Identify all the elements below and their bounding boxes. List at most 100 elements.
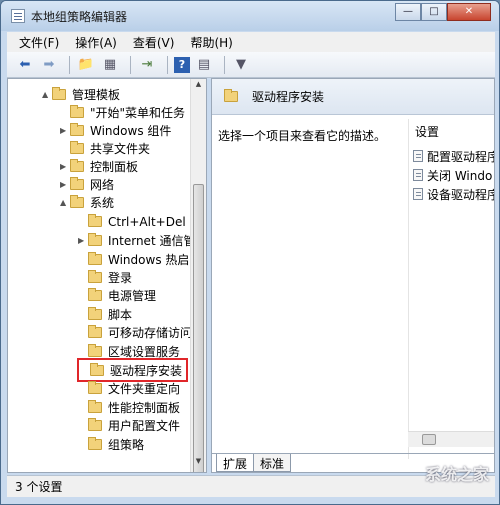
description-text: 选择一个项目来查看它的描述。	[218, 129, 387, 143]
tree-item-label: 文件夹重定向	[108, 381, 181, 396]
tab-extended[interactable]: 扩展	[216, 454, 255, 472]
folder-icon	[70, 140, 84, 154]
app-icon	[11, 9, 25, 23]
tree-item-label: 共享文件夹	[90, 141, 151, 156]
tree-item[interactable]: 电源管理	[78, 286, 156, 304]
tab-standard[interactable]: 标准	[253, 454, 292, 472]
tree-item[interactable]: Ctrl+Alt+Del 选	[78, 212, 201, 230]
setting-row[interactable]: 关闭 Windo	[413, 166, 492, 184]
window: 本地组策略编辑器 — □ ✕ 文件(F) 操作(A) 查看(V) 帮助(H) ⬅…	[0, 0, 500, 505]
tree-pane: ▲ 管理模板 "开始"菜单和任务 ▶ Windows 组件 共享文件夹 ▶ 控制…	[7, 78, 207, 473]
tree-item[interactable]: ▶ 控制面板	[60, 157, 138, 175]
settings-column-header[interactable]: 设置	[415, 123, 439, 140]
tree-item[interactable]: ▶ Internet 通信管理	[78, 231, 206, 249]
tree-item[interactable]: 组策略	[78, 435, 144, 453]
watermark: 系统之家	[424, 465, 489, 484]
tree-item-label: 性能控制面板	[108, 400, 181, 415]
tree-item-driver-installation[interactable]: 驱动程序安装	[76, 358, 189, 382]
tree-item[interactable]: ▶ Windows 组件	[60, 121, 171, 139]
folder-icon	[88, 436, 102, 450]
tree-item[interactable]: "开始"菜单和任务	[60, 103, 185, 121]
show-hide-tree-icon[interactable]: ▦	[100, 55, 120, 75]
forward-arrow-icon[interactable]: ➡	[39, 55, 59, 75]
tree-item-system[interactable]: ▲ 系统	[60, 193, 114, 211]
menu-file[interactable]: 文件(F)	[19, 34, 59, 51]
scroll-thumb[interactable]	[422, 434, 436, 445]
tree-item-label: 脚本	[108, 307, 133, 322]
setting-row[interactable]: 设备驱动程序	[413, 185, 494, 203]
expand-arrow-icon[interactable]: ▶	[78, 236, 88, 245]
tree-item[interactable]: 可移动存储访问	[78, 323, 192, 341]
settings-list: 设置 配置驱动程序 关闭 Windo 设备驱动程序	[408, 119, 494, 459]
tree-item[interactable]: 用户配置文件	[78, 416, 180, 434]
close-button[interactable]: ✕	[447, 3, 491, 21]
maximize-button[interactable]: □	[421, 3, 447, 21]
properties-icon[interactable]: ▤	[194, 55, 214, 75]
expand-arrow-icon[interactable]: ▶	[60, 162, 70, 171]
tree-item[interactable]: 性能控制面板	[78, 398, 180, 416]
expand-arrow-icon[interactable]: ▶	[60, 126, 70, 135]
folder-icon	[70, 122, 84, 136]
folder-icon	[88, 251, 102, 265]
setting-label: 配置驱动程序	[427, 149, 495, 164]
tree-item-label: 区域设置服务	[108, 344, 181, 359]
folder-icon	[88, 417, 102, 431]
details-title: 驱动程序安装	[252, 90, 325, 104]
menu-action[interactable]: 操作(A)	[75, 34, 117, 51]
folder-icon	[88, 324, 102, 338]
folder-icon	[88, 306, 102, 320]
tree-item-label: Windows 组件	[90, 123, 172, 138]
toolbar-separator	[69, 55, 70, 74]
export-list-icon[interactable]: ⇥	[137, 55, 157, 75]
tree-item[interactable]: 共享文件夹	[60, 139, 150, 157]
policy-setting-icon	[413, 188, 423, 200]
up-folder-icon[interactable]: 📁	[76, 55, 96, 75]
details-header: 驱动程序安装	[212, 79, 494, 115]
expand-arrow-icon[interactable]: ▶	[60, 180, 70, 189]
tree-item[interactable]: 文件夹重定向	[78, 379, 180, 397]
tree-item-label: 组策略	[108, 437, 145, 452]
tree-item-label: 电源管理	[108, 288, 157, 303]
tree-item[interactable]: 脚本	[78, 305, 132, 323]
tree-scrollbar[interactable]: ▲ ▼	[190, 79, 206, 472]
setting-row[interactable]: 配置驱动程序	[413, 147, 495, 165]
tree-item[interactable]: ▶ 网络	[60, 175, 114, 193]
menu-view[interactable]: 查看(V)	[133, 34, 175, 51]
menu-bar: 文件(F) 操作(A) 查看(V) 帮助(H)	[7, 32, 495, 52]
minimize-button[interactable]: —	[395, 3, 421, 21]
menu-help[interactable]: 帮助(H)	[190, 34, 232, 51]
status-bar: 3 个设置	[7, 475, 495, 497]
setting-label: 关闭 Windo	[427, 168, 493, 183]
policy-setting-icon	[413, 150, 423, 162]
collapse-arrow-icon[interactable]: ▲	[60, 198, 70, 207]
scroll-down-arrow-icon[interactable]: ▼	[192, 457, 205, 471]
title-bar[interactable]: 本地组策略编辑器 — □ ✕	[1, 1, 499, 31]
settings-horizontal-scrollbar[interactable]	[408, 431, 494, 447]
scroll-up-arrow-icon[interactable]: ▲	[192, 80, 205, 94]
tree-item-label: 管理模板	[72, 87, 121, 102]
toolbar: ⬅ ➡ 📁 ▦ ⇥ ? ▤ ▼	[7, 52, 495, 78]
tree-item[interactable]: Windows 热启动	[78, 250, 201, 268]
scroll-thumb[interactable]	[193, 184, 204, 472]
tree-item[interactable]: 区域设置服务	[78, 342, 180, 360]
tree-item-label: 可移动存储访问	[108, 325, 193, 340]
tree-item-label: Windows 热启动	[108, 252, 202, 267]
tree-item-admin-templates[interactable]: ▲ 管理模板	[42, 85, 120, 103]
toolbar-separator	[130, 55, 131, 74]
folder-icon	[88, 232, 102, 246]
folder-icon	[88, 269, 102, 283]
back-arrow-icon[interactable]: ⬅	[15, 55, 35, 75]
help-icon[interactable]: ?	[174, 56, 190, 73]
tree-item-label: 用户配置文件	[108, 418, 181, 433]
tree-item[interactable]: 登录	[78, 268, 132, 286]
folder-icon	[90, 362, 104, 376]
tree-item-label: 登录	[108, 270, 133, 285]
collapse-arrow-icon[interactable]: ▲	[42, 90, 52, 99]
tree-item-label: 控制面板	[90, 159, 139, 174]
folder-icon	[70, 176, 84, 190]
folder-icon	[88, 399, 102, 413]
caption-buttons: — □ ✕	[395, 3, 491, 21]
folder-icon	[88, 287, 102, 301]
tree-item-label: 驱动程序安装	[110, 363, 183, 378]
filter-icon[interactable]: ▼	[231, 55, 251, 75]
